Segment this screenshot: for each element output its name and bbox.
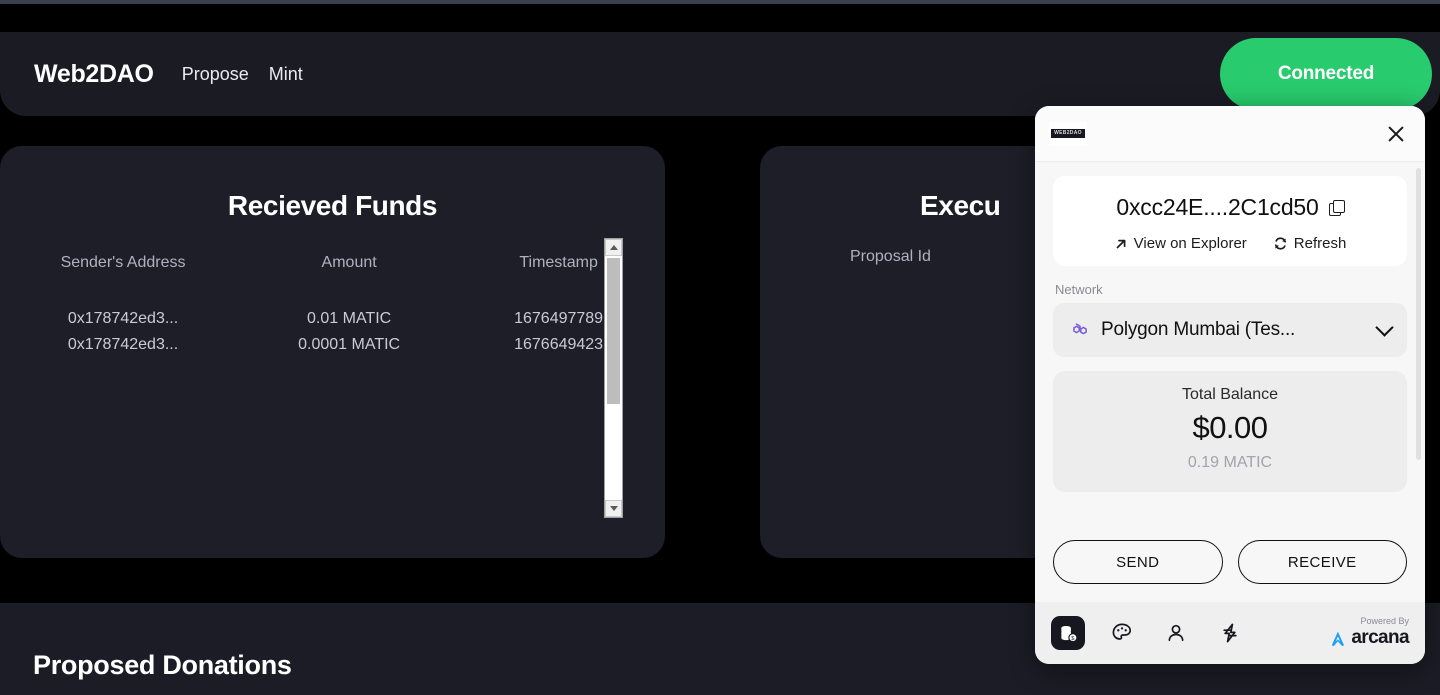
receive-button[interactable]: RECEIVE: [1237, 540, 1407, 584]
table-row: 0x178742ed3... 0.0001 MATIC 1676649423: [0, 332, 665, 358]
top-strip: [0, 0, 1440, 4]
nav-item-mint[interactable]: Mint: [269, 64, 303, 85]
main-nav: Propose Mint: [182, 64, 303, 85]
wallet-address-actions: View on Explorer Refresh: [1063, 235, 1397, 252]
wallet-panel: WEB2DAO 0xcc24E....2C1cd50 View on Explo…: [1035, 106, 1425, 664]
app-root: Web2DAO Propose Mint Connected Recieved …: [0, 0, 1440, 695]
brand-logo[interactable]: Web2DAO: [34, 60, 154, 89]
refresh-button[interactable]: Refresh: [1273, 235, 1347, 252]
tab-activity[interactable]: [1213, 616, 1247, 650]
table-header-row: Sender's Address Amount Timestamp: [0, 250, 665, 306]
received-funds-title: Recieved Funds: [227, 190, 438, 221]
arcana-wordmark: arcana: [1351, 627, 1409, 648]
column-header-timestamp: Timestamp: [519, 254, 598, 271]
site-header: Web2DAO Propose Mint Connected: [0, 32, 1440, 116]
wallet-footer-nav: $: [1051, 616, 1328, 650]
wallet-footer: $ Powered By arcana: [1035, 602, 1425, 664]
wallet-address: 0xcc24E....2C1cd50: [1116, 194, 1319, 220]
scrollbar-thumb[interactable]: [607, 258, 620, 404]
polygon-icon: [1073, 323, 1087, 335]
balance-amount: $0.00: [1192, 410, 1268, 445]
network-name: Polygon Mumbai (Tes...: [1101, 319, 1296, 340]
refresh-icon: [1274, 237, 1286, 250]
cell-amount: 0.01 MATIC: [307, 310, 392, 327]
scroll-up-button[interactable]: [605, 239, 622, 256]
cell-timestamp: 1676497789: [514, 310, 604, 327]
wallet-app-logo: WEB2DAO: [1049, 121, 1087, 146]
view-on-explorer-label: View on Explorer: [1133, 235, 1247, 252]
received-funds-table: Sender's Address Amount Timestamp 0x1787…: [0, 250, 665, 358]
cell-timestamp: 1676649423: [514, 336, 604, 353]
arcana-brand-row: arcana: [1328, 627, 1410, 649]
palette-icon: [1112, 623, 1132, 640]
tab-appearance[interactable]: [1105, 616, 1139, 650]
wallet-actions: SEND RECEIVE: [1035, 524, 1425, 602]
column-header-address: Sender's Address: [60, 254, 186, 271]
column-header-amount: Amount: [321, 254, 377, 271]
tab-assets[interactable]: $: [1051, 616, 1085, 650]
received-funds-card: Recieved Funds Sender's Address Amount T…: [0, 146, 665, 558]
balance-label: Total Balance: [1181, 386, 1279, 403]
balance-card: Total Balance $0.00 0.19 MATIC: [1053, 371, 1407, 492]
nav-item-propose[interactable]: Propose: [182, 64, 249, 85]
powered-by-label: Powered By: [1360, 616, 1409, 627]
external-link-icon: [1116, 239, 1126, 248]
wallet-header: WEB2DAO: [1035, 106, 1425, 162]
cell-amount: 0.0001 MATIC: [298, 336, 401, 353]
network-selector[interactable]: Polygon Mumbai (Tes...: [1053, 303, 1407, 357]
wallet-scrollbar-thumb[interactable]: [1416, 168, 1421, 460]
balance-native: 0.19 MATIC: [1187, 454, 1273, 471]
wallet-address-card: 0xcc24E....2C1cd50 View on Explorer Refr…: [1053, 176, 1407, 266]
powered-by-arcana: Powered By arcana: [1328, 616, 1410, 649]
view-on-explorer-button[interactable]: View on Explorer: [1114, 235, 1247, 252]
scroll-down-button[interactable]: [605, 500, 622, 517]
wallet-app-logo-text: WEB2DAO: [1051, 129, 1085, 138]
received-funds-scrollbar[interactable]: [604, 238, 623, 518]
connect-wallet-button[interactable]: Connected: [1220, 38, 1432, 110]
tab-profile[interactable]: [1159, 616, 1193, 650]
cell-address: 0x178742ed3...: [67, 336, 179, 353]
cell-address: 0x178742ed3...: [67, 310, 179, 327]
wallet-body: 0xcc24E....2C1cd50 View on Explorer Refr…: [1035, 162, 1425, 524]
copy-icon[interactable]: [1328, 200, 1345, 216]
send-button[interactable]: SEND: [1053, 540, 1223, 584]
network-label: Network: [1055, 282, 1103, 297]
person-icon: [1168, 624, 1184, 642]
table-row: 0x178742ed3... 0.01 MATIC 1676497789: [0, 306, 665, 332]
arcana-logo-icon: [1332, 631, 1345, 646]
close-icon[interactable]: [1383, 121, 1409, 147]
refresh-label: Refresh: [1293, 235, 1347, 252]
wallet-address-row: 0xcc24E....2C1cd50: [1063, 194, 1397, 221]
coins-icon: $: [1060, 625, 1077, 642]
lightning-icon: [1223, 623, 1237, 643]
chevron-down-icon: [1375, 318, 1394, 337]
